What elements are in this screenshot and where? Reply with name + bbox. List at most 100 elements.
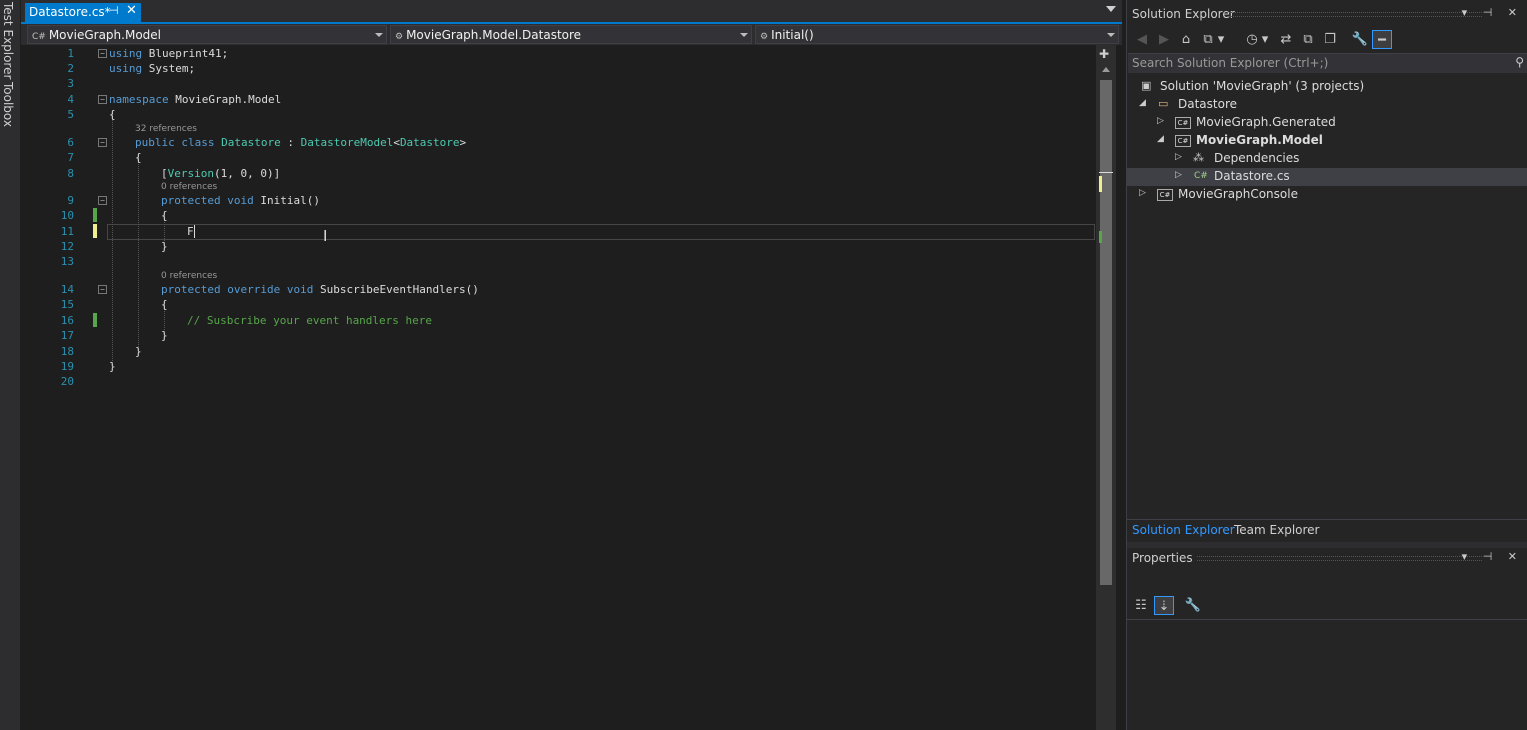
panel-splitter[interactable] xyxy=(1127,542,1527,548)
current-line-highlight xyxy=(107,224,1095,240)
line-number: 10 xyxy=(60,209,74,222)
collapse-icon[interactable]: − xyxy=(98,49,107,58)
chevron-down-icon[interactable]: ▾ xyxy=(1260,30,1270,49)
line-number: 19 xyxy=(60,360,74,373)
collapse-icon[interactable]: − xyxy=(98,285,107,294)
pending-changes-filter-icon[interactable]: ◷ xyxy=(1242,30,1262,49)
expanded-arrow-icon[interactable]: ◢ xyxy=(1139,98,1146,108)
solution-explorer-search-input[interactable]: Search Solution Explorer (Ctrl+;) ⚲ xyxy=(1128,53,1527,73)
wrench-icon[interactable]: 🔧 xyxy=(1350,30,1370,49)
alphabetical-icon[interactable]: ⇣ xyxy=(1154,596,1174,615)
line-number: 9 xyxy=(67,194,74,207)
collapsed-arrow-icon[interactable]: ▷ xyxy=(1175,170,1182,180)
code-area[interactable]: − − − − − 1 2 3 4 5 6 7 8 9 10 11 12 13 … xyxy=(21,45,1096,730)
line-number: 5 xyxy=(67,108,74,121)
method-icon: ⚙ xyxy=(760,32,769,42)
member-dropdown[interactable]: ⚙ Initial() xyxy=(755,25,1119,44)
line-number: 7 xyxy=(67,151,74,164)
title-grip xyxy=(1227,12,1482,17)
solution-explorer-toolbar: ◀ ▶ ⌂ ⧉ ▾ ◷ ▾ ⇄ ⧉ ❐ 🔧 ━ xyxy=(1127,27,1527,52)
folder-icon: ▭ xyxy=(1158,97,1169,110)
line-number: 12 xyxy=(60,240,74,253)
back-icon[interactable]: ◀ xyxy=(1132,30,1152,49)
code-line: } xyxy=(109,360,116,373)
document-tab-datastore[interactable]: Datastore.cs* ⊣ ✕ xyxy=(25,3,141,22)
scrollbar-thumb[interactable] xyxy=(1100,80,1112,585)
collapsed-arrow-icon[interactable]: ▷ xyxy=(1175,152,1182,162)
collapse-icon[interactable]: − xyxy=(98,138,107,147)
tree-item-moviegraph-generated[interactable]: ▷ C# MovieGraph.Generated xyxy=(1127,114,1527,132)
line-number: 11 xyxy=(60,225,74,238)
chevron-down-icon[interactable]: ▾ xyxy=(1216,30,1226,49)
preview-selected-icon[interactable]: ━ xyxy=(1372,30,1392,49)
codelens-references[interactable]: 0 references xyxy=(161,271,217,281)
forward-icon[interactable]: ▶ xyxy=(1154,30,1174,49)
line-number: 14 xyxy=(60,283,74,296)
scroll-up-icon[interactable] xyxy=(1102,67,1110,72)
csharp-project-icon: C# xyxy=(1157,187,1173,201)
tab-team-explorer[interactable]: Team Explorer xyxy=(1234,523,1320,537)
tree-item-moviegraphconsole[interactable]: ▷ C# MovieGraphConsole xyxy=(1127,186,1527,204)
code-line: { xyxy=(109,108,116,121)
line-number: 1 xyxy=(67,47,74,60)
csharp-project-icon: C# xyxy=(1175,115,1191,129)
switch-views-icon[interactable]: ⧉ xyxy=(1198,30,1218,49)
collapsed-arrow-icon[interactable]: ▷ xyxy=(1139,188,1146,198)
tree-item-dependencies[interactable]: ▷ ⁂ Dependencies xyxy=(1127,150,1527,168)
panel-window-buttons[interactable]: ▾ ⊣ ✕ xyxy=(1462,550,1523,563)
home-icon[interactable]: ⌂ xyxy=(1176,30,1196,49)
close-icon[interactable]: ✕ xyxy=(126,3,137,18)
indent-guide xyxy=(112,113,113,365)
line-number: 8 xyxy=(67,167,74,180)
collapse-icon[interactable]: − xyxy=(98,196,107,205)
code-line: } xyxy=(161,240,168,253)
tree-item-datastore-folder[interactable]: ◢ ▭ Datastore xyxy=(1127,96,1527,114)
line-number: 18 xyxy=(60,345,74,358)
tab-solution-explorer[interactable]: Solution Explorer xyxy=(1132,523,1235,537)
document-tab-title: Datastore.cs* xyxy=(29,5,111,19)
sync-icon[interactable]: ⇄ xyxy=(1276,30,1296,49)
line-number: 2 xyxy=(67,62,74,75)
code-line: { xyxy=(161,298,168,311)
line-number: 13 xyxy=(60,255,74,268)
text-caret xyxy=(194,225,195,238)
panel-window-buttons[interactable]: ▾ ⊣ ✕ xyxy=(1462,6,1523,19)
tree-item-solution[interactable]: ▣ Solution 'MovieGraph' (3 projects) xyxy=(1127,78,1527,96)
scroll-position-marker xyxy=(1099,172,1113,173)
tree-item-datastore-cs[interactable]: ▷ C# Datastore.cs xyxy=(1127,168,1527,186)
title-grip xyxy=(1197,556,1482,561)
categorized-icon[interactable]: ☷ xyxy=(1131,596,1151,615)
pin-icon[interactable]: ⊣ xyxy=(109,4,119,17)
tree-item-moviegraph-model[interactable]: ◢ C# MovieGraph.Model xyxy=(1127,132,1527,150)
code-line: } xyxy=(161,329,168,342)
test-explorer-tab[interactable]: Test Explorer xyxy=(1,2,19,79)
wrench-icon[interactable]: 🔧 xyxy=(1183,596,1203,615)
type-dropdown[interactable]: ⚙ MovieGraph.Model.Datastore xyxy=(390,25,752,44)
search-icon[interactable]: ⚲ xyxy=(1515,55,1524,69)
csharp-project-icon: C# xyxy=(32,32,46,42)
line-number: 17 xyxy=(60,329,74,342)
navigation-bar: C# MovieGraph.Model ⚙ MovieGraph.Model.Dat… xyxy=(21,24,1122,45)
code-line: { xyxy=(161,209,168,222)
tab-list-dropdown-icon[interactable] xyxy=(1106,6,1116,12)
codelens-references[interactable]: 0 references xyxy=(161,182,217,192)
collapsed-arrow-icon[interactable]: ▷ xyxy=(1157,116,1164,126)
expanded-arrow-icon[interactable]: ◢ xyxy=(1157,134,1164,144)
indent-guide xyxy=(138,157,139,349)
code-line: using System; xyxy=(109,62,196,75)
collapse-icon[interactable]: − xyxy=(98,95,107,104)
collapse-all-icon[interactable]: ⧉ xyxy=(1298,30,1318,49)
line-number: 15 xyxy=(60,298,74,311)
show-all-files-icon[interactable]: ❐ xyxy=(1320,30,1340,49)
code-editor: Datastore.cs* ⊣ ✕ C# MovieGraph.Model ⚙ Mo… xyxy=(21,0,1122,730)
codelens-references[interactable]: 32 references xyxy=(135,124,197,134)
project-dropdown[interactable]: C# MovieGraph.Model xyxy=(27,25,387,44)
line-number: 3 xyxy=(67,77,74,90)
vertical-scrollbar[interactable]: ✚ xyxy=(1096,45,1116,730)
properties-toolbar: ☷ ⇣ 🔧 xyxy=(1127,592,1527,620)
toolbox-tab[interactable]: Toolbox xyxy=(1,82,19,127)
csharp-file-icon: C# xyxy=(1194,171,1208,181)
split-window-icon[interactable]: ✚ xyxy=(1099,47,1109,61)
code-comment: // Susbcribe your event handlers here xyxy=(187,314,433,327)
unsaved-change-marker xyxy=(1099,176,1102,192)
